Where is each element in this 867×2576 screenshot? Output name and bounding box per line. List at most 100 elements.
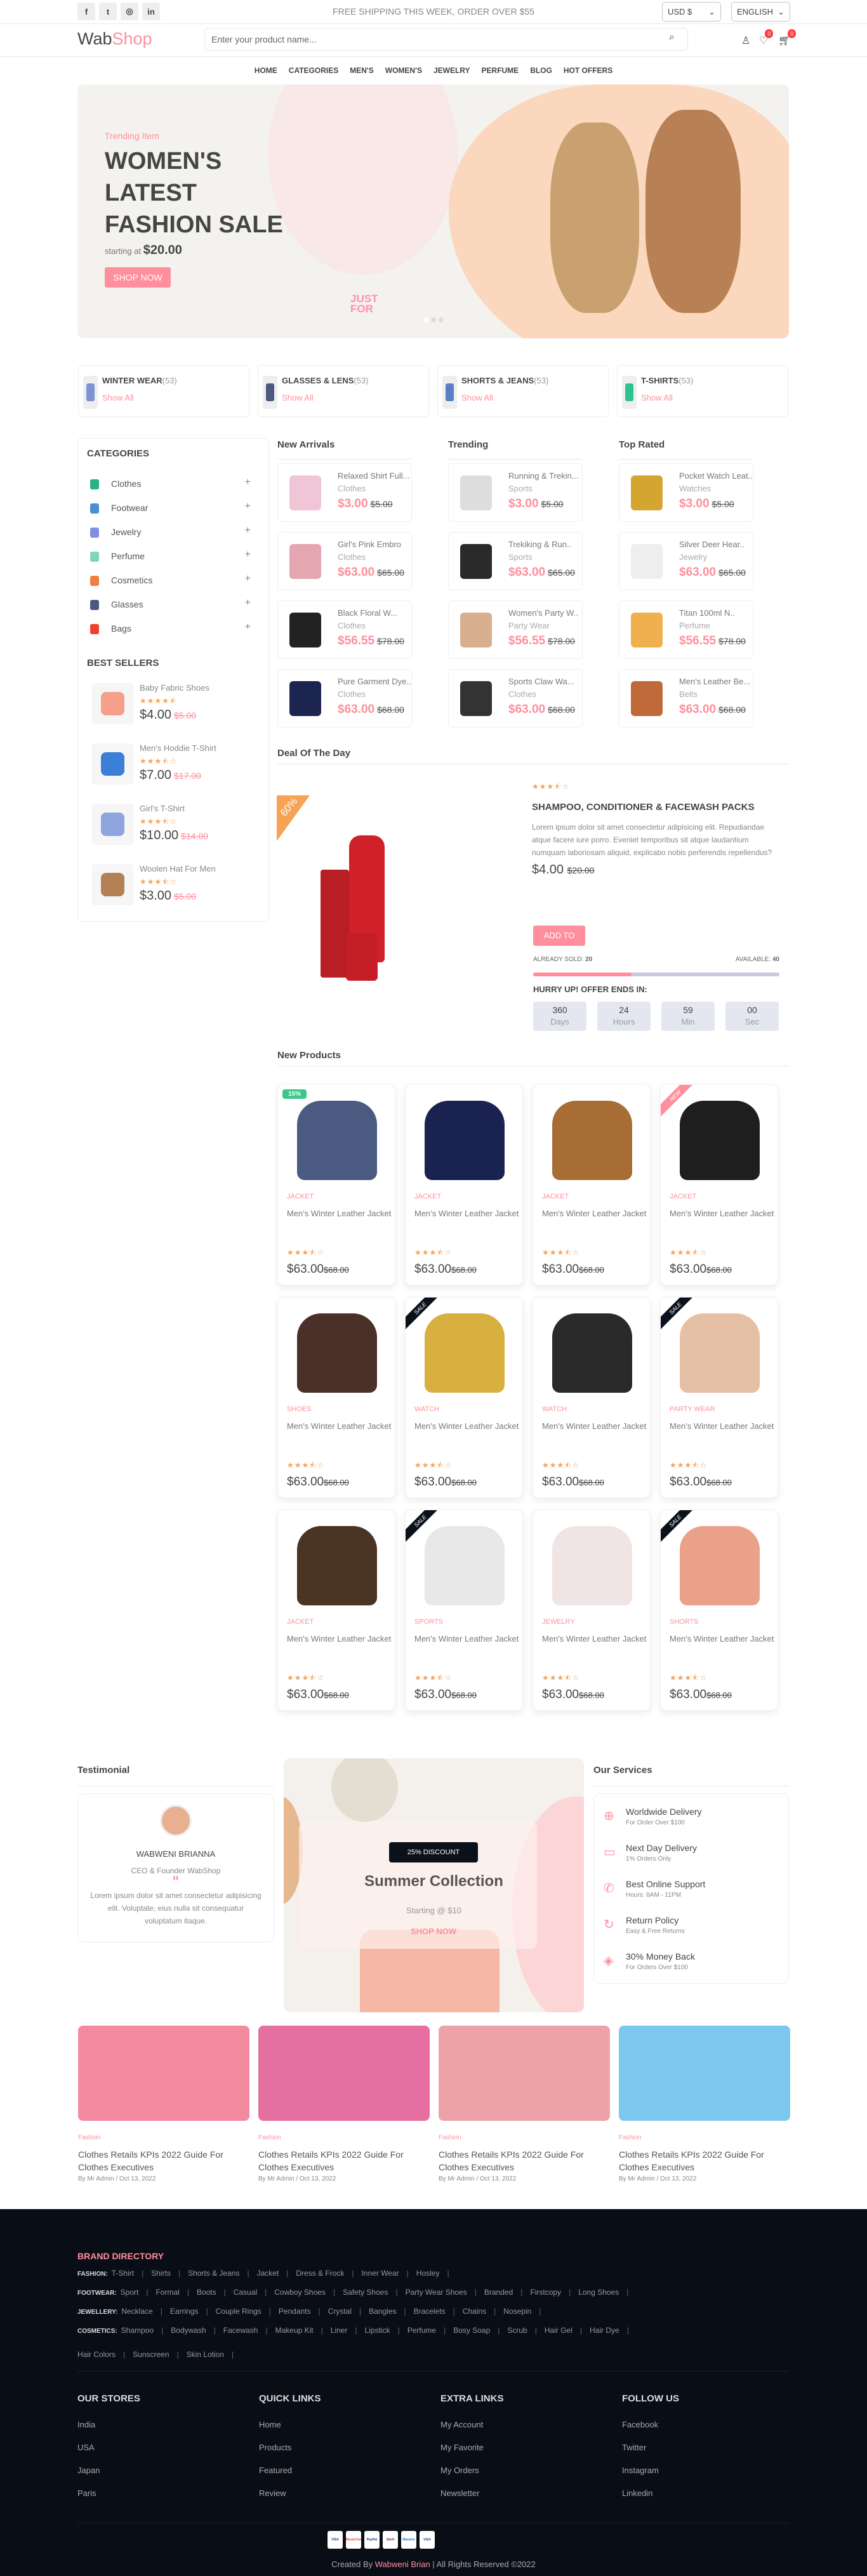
sidebar-item-clothes[interactable]: Clothes + (87, 477, 258, 497)
brand-link[interactable]: Sunscreen (133, 2350, 169, 2359)
footer-link[interactable]: Newsletter (440, 2488, 503, 2498)
footer-link[interactable]: My Orders (440, 2466, 503, 2475)
brand-link[interactable]: Facewash (223, 2326, 258, 2335)
brand-link[interactable]: Nosepin (503, 2307, 531, 2316)
best-seller-item[interactable]: Woolen Hat For Men ★★★⯪☆ $3.00 $5.00 (92, 864, 263, 908)
list-item[interactable]: Black Floral W... Clothes $56.55 $78.00 (277, 601, 412, 659)
list-item[interactable]: Pure Garment Dye.. Clothes $63.00 $68.00 (277, 669, 412, 727)
nav-item-home[interactable]: HOME (255, 66, 277, 75)
blog-title[interactable]: Clothes Retails KPIs 2022 Guide For Clot… (439, 2148, 604, 2174)
slider-dot[interactable] (431, 317, 436, 322)
brand-link[interactable]: Lipstick (365, 2326, 390, 2335)
sidebar-item-cosmetics[interactable]: Cosmetics + (87, 573, 258, 594)
brand-link[interactable]: Makeup Kit (275, 2326, 314, 2335)
brand-link[interactable]: Bracelets (414, 2307, 446, 2316)
footer-link[interactable]: Linkedin (622, 2488, 679, 2498)
brand-link[interactable]: Inner Wear (362, 2269, 399, 2278)
slider-dot[interactable] (439, 317, 444, 322)
footer-link[interactable]: Facebook (622, 2420, 679, 2429)
product-card[interactable]: SHOES Men's Winter Leather Jacket ★★★⯪☆ $63… (277, 1297, 395, 1498)
product-card[interactable]: WATCH Men's Winter Leather Jacket ★★★⯪☆ $63… (533, 1297, 651, 1498)
blog-card[interactable]: Fashion Clothes Retails KPIs 2022 Guide F… (439, 2026, 610, 2184)
footer-link[interactable]: Japan (77, 2466, 140, 2475)
product-name[interactable]: Men's Winter Leather Jacket (542, 1420, 647, 1433)
footer-link[interactable]: Products (259, 2443, 321, 2452)
category-card[interactable]: SHORTS & JEANS(53) Show All (437, 365, 609, 417)
brand-link[interactable]: Formal (156, 2288, 179, 2297)
nav-item-womens[interactable]: WOMEN'S (385, 66, 422, 75)
footer-link[interactable]: Featured (259, 2466, 321, 2475)
list-item[interactable]: Sports Claw Wa... Clothes $63.00 $68.00 (448, 669, 583, 727)
footer-link[interactable]: My Account (440, 2420, 503, 2429)
brand-link[interactable]: Crystal (328, 2307, 352, 2316)
nav-item-blog[interactable]: BLOG (530, 66, 552, 75)
brand-link[interactable]: Firstcopy (530, 2288, 561, 2297)
blog-card[interactable]: Fashion Clothes Retails KPIs 2022 Guide F… (619, 2026, 790, 2184)
product-name[interactable]: Men's Winter Leather Jacket (670, 1420, 774, 1433)
plus-icon[interactable]: + (245, 573, 251, 585)
list-item[interactable]: Trekiking & Run.. Sports $63.00 $65.00 (448, 532, 583, 590)
nav-item-mens[interactable]: MEN'S (350, 66, 374, 75)
product-card[interactable]: JEWELRY Men's Winter Leather Jacket ★★★⯪☆ $… (533, 1510, 651, 1711)
brand-link[interactable]: T-Shirt (112, 2269, 134, 2278)
blog-card[interactable]: Fashion Clothes Retails KPIs 2022 Guide F… (258, 2026, 430, 2184)
list-item[interactable]: Running & Trekin... Sports $3.00 $5.00 (448, 463, 583, 522)
search-input[interactable]: Enter your product name... (204, 28, 688, 51)
show-all-link[interactable]: Show All (102, 393, 134, 402)
currency-select[interactable]: USD $ ⌄ (662, 2, 721, 22)
sidebar-item-glasses[interactable]: Glasses + (87, 597, 258, 618)
sidebar-item-bags[interactable]: Bags + (87, 621, 258, 642)
list-item[interactable]: Titan 100ml N.. Perfume $56.55 $78.00 (619, 601, 753, 659)
best-seller-item[interactable]: Men's Hoddie T-Shirt ★★★⯪☆ $7.00 $17.00 (92, 743, 263, 788)
blog-category[interactable]: Fashion (258, 2134, 281, 2141)
brand-link[interactable]: Shorts & Jeans (188, 2269, 239, 2278)
blog-card[interactable]: Fashion Clothes Retails KPIs 2022 Guide F… (78, 2026, 249, 2184)
product-card[interactable]: JACKET Men's Winter Leather Jacket ★★★⯪☆ $6… (533, 1084, 651, 1285)
brand-link[interactable]: Hosley (416, 2269, 440, 2278)
category-card[interactable]: T-SHIRTS(53) Show All (617, 365, 788, 417)
brand-link[interactable]: Hair Dye (590, 2326, 619, 2335)
product-name[interactable]: Men's Winter Leather Jacket (670, 1633, 774, 1645)
brand-link[interactable]: Bosy Soap (453, 2326, 490, 2335)
category-card[interactable]: WINTER WEAR(53) Show All (78, 365, 249, 417)
banner-shop-now-link[interactable]: SHOP NOW (402, 1927, 465, 1936)
brand-link[interactable]: Couple Rings (216, 2307, 261, 2316)
product-name[interactable]: Men's Winter Leather Jacket (414, 1420, 519, 1433)
sidebar-item-footwear[interactable]: Footwear + (87, 501, 258, 521)
brand-link[interactable]: Perfume (407, 2326, 436, 2335)
blog-category[interactable]: Fashion (78, 2134, 101, 2141)
footer-link[interactable]: USA (77, 2443, 140, 2452)
cart-button[interactable]: 🛒︎ 0 (778, 29, 797, 47)
language-select[interactable]: ENGLISH ⌄ (731, 2, 790, 22)
product-name[interactable]: Men's Winter Leather Jacket (414, 1633, 519, 1645)
logo[interactable]: WabShop (77, 29, 152, 49)
product-name[interactable]: Men's Winter Leather Jacket (542, 1207, 647, 1220)
brand-link[interactable]: Dress & Frock (296, 2269, 344, 2278)
plus-icon[interactable]: + (245, 549, 251, 561)
nav-item-perfume[interactable]: PERFUME (482, 66, 519, 75)
plus-icon[interactable]: + (245, 501, 251, 512)
product-name[interactable]: Men's Winter Leather Jacket (414, 1207, 519, 1220)
hero-shop-now-button[interactable]: SHOP NOW (105, 267, 171, 288)
blog-title[interactable]: Clothes Retails KPIs 2022 Guide For Clot… (258, 2148, 423, 2174)
product-card[interactable]: SALE SPORTS Men's Winter Leather Jacket ★★★… (405, 1510, 523, 1711)
nav-item-categories[interactable]: CATEGORIES (289, 66, 338, 75)
footer-link[interactable]: Home (259, 2420, 321, 2429)
slider-dot-active[interactable] (423, 317, 428, 322)
category-card[interactable]: GLASSES & LENS(53) Show All (258, 365, 429, 417)
brand-link[interactable]: Jacket (257, 2269, 279, 2278)
product-card[interactable]: SALE SHORTS Men's Winter Leather Jacket ★★★… (660, 1510, 778, 1711)
list-item[interactable]: Girl's Pink Embro Clothes $63.00 $65.00 (277, 532, 412, 590)
brand-link[interactable]: Chains (463, 2307, 486, 2316)
brand-link[interactable]: Hair Gel (545, 2326, 572, 2335)
list-item[interactable]: Silver Deer Hear.. Jewelry $63.00 $65.00 (619, 532, 753, 590)
show-all-link[interactable]: Show All (461, 393, 493, 402)
brand-link[interactable]: Pendants (279, 2307, 311, 2316)
brand-link[interactable]: Earrings (170, 2307, 199, 2316)
blog-title[interactable]: Clothes Retails KPIs 2022 Guide For Clot… (619, 2148, 784, 2174)
add-to-cart-button[interactable]: ADD TO CART (533, 926, 585, 960)
plus-icon[interactable]: + (245, 525, 251, 536)
brand-link[interactable]: Branded (484, 2288, 513, 2297)
list-item[interactable]: Men's Leather Be... Belts $63.00 $68.00 (619, 669, 753, 727)
footer-link[interactable]: Review (259, 2488, 321, 2498)
